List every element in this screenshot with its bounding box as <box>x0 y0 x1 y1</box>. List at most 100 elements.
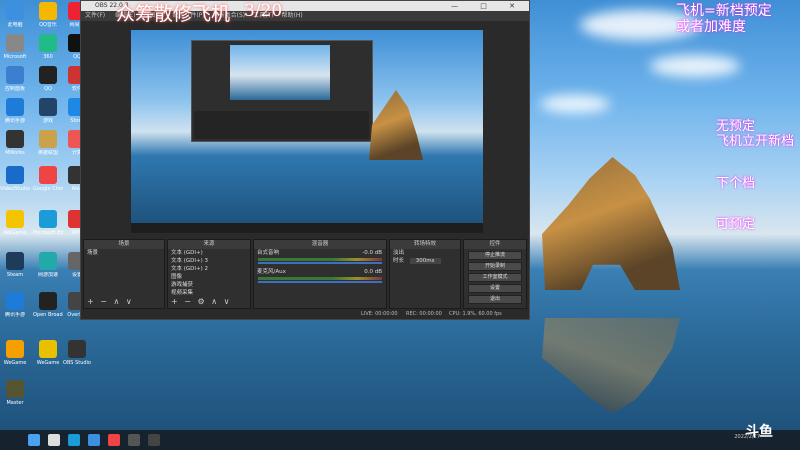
desktop-icon[interactable]: 360 <box>33 34 63 60</box>
desktop-icon-label: QQ <box>44 86 52 92</box>
desktop-icon[interactable]: 游戏 <box>33 98 63 124</box>
desktop-icon[interactable]: 网游加速 <box>33 252 63 278</box>
source-item[interactable]: 文本 (GDI+) <box>168 249 250 257</box>
transition-duration: 时长 300ms <box>390 257 460 265</box>
desktop-icon[interactable]: QQ音乐 <box>33 2 63 28</box>
desktop-icon-label: 英雄联盟 <box>37 150 58 156</box>
exit-button[interactable]: 退出 <box>468 295 522 304</box>
edge-icon[interactable] <box>68 434 80 446</box>
app-icon[interactable] <box>148 434 160 446</box>
start-icon[interactable] <box>28 434 40 446</box>
desktop-icon-label: Steam <box>6 272 24 278</box>
duration-input[interactable]: 300ms <box>409 258 441 264</box>
desktop-icon[interactable]: Microsoft <box>0 34 30 60</box>
volume-meter <box>258 258 382 261</box>
transitions-header: 转场特效 <box>390 240 460 249</box>
source-item[interactable]: 游戏捕获 <box>168 281 250 289</box>
app-icon <box>39 34 57 52</box>
volume-slider[interactable] <box>258 281 382 283</box>
status-bar: LIVE: 00:00:00 REC: 00:00:00 CPU: 1.9%, … <box>81 309 529 319</box>
desktop-icon-label: 腾讯手游 <box>4 118 25 124</box>
desktop-icon-label: WeGame <box>3 230 27 236</box>
desktop-icon-label: 360 <box>43 54 53 60</box>
channel-name: 麦克风/Aux <box>257 269 286 275</box>
desktop-icon[interactable]: Steam <box>0 252 30 278</box>
chrome-icon[interactable] <box>108 434 120 446</box>
app-icon <box>68 340 86 358</box>
desktop-icon-label: 游戏 <box>42 118 53 124</box>
duration-label: 时长 <box>393 258 405 264</box>
mixer-channel-mic: 麦克风/Aux 0.0 dB <box>254 268 386 276</box>
settings-button[interactable]: 设置 <box>468 284 522 293</box>
desktop-icon[interactable]: WeGame <box>0 340 30 366</box>
desktop-icon[interactable]: 此电脑 <box>0 2 30 28</box>
studio-mode-button[interactable]: 工作室模式 <box>468 273 522 282</box>
desktop-icon[interactable]: OBS Studio <box>62 340 92 366</box>
scene-item[interactable]: 场景 <box>84 249 164 257</box>
source-item[interactable]: 文本 (GDI+) 2 <box>168 265 250 273</box>
windows-taskbar: 2022/2/27 <box>0 430 800 450</box>
overlay-rule4: 可预定 <box>716 217 756 232</box>
desktop-icon[interactable]: MWorks <box>0 130 30 156</box>
app-icon <box>39 130 57 148</box>
source-item[interactable]: 文本 (GDI+) 3 <box>168 257 250 265</box>
desktop-icon[interactable]: Microsoft Edge <box>33 210 63 236</box>
obs-taskbar-icon[interactable] <box>128 434 140 446</box>
rec-time: REC: 00:00:00 <box>406 311 442 317</box>
scene-tools[interactable]: + − ∧ ∨ <box>87 297 134 306</box>
desktop-icon[interactable]: WeGame <box>0 210 30 236</box>
cloud <box>650 55 740 77</box>
app-icon <box>39 98 57 116</box>
app-icon <box>6 166 24 184</box>
desktop-icon[interactable]: WeGame <box>33 340 63 366</box>
stop-streaming-button[interactable]: 停止推流 <box>468 251 522 260</box>
desktop-icon-label: Master <box>6 400 24 406</box>
overlay-rule1-line2: 或者加难度 <box>676 19 746 35</box>
desktop-icon-label: 网游加速 <box>37 272 58 278</box>
app-icon <box>6 252 24 270</box>
desktop-icon[interactable]: 腾讯手游 <box>0 98 30 124</box>
transitions-dock: 转场特效 淡出 时长 300ms <box>389 239 461 309</box>
desktop-icon[interactable]: 控制面板 <box>0 66 30 92</box>
start-recording-button[interactable]: 开始录制 <box>468 262 522 271</box>
stream-preview <box>131 30 483 233</box>
app-icon <box>39 252 57 270</box>
volume-meter <box>258 277 382 280</box>
volume-slider[interactable] <box>258 262 382 264</box>
source-item[interactable]: 图像 <box>168 273 250 281</box>
app-icon <box>39 210 57 228</box>
desktop-icon[interactable]: Google Chrome <box>33 166 63 192</box>
obs-window[interactable]: OBS 22.0.3 — □ ✕ 文件(F) 编辑(E) 视图(V) 配置文件(P)… <box>80 0 530 320</box>
transition-type[interactable]: 淡出 <box>390 249 460 257</box>
desktop-icon[interactable]: 腾讯手游 <box>0 292 30 318</box>
source-item[interactable]: 视频采集 <box>168 289 250 297</box>
app-icon[interactable] <box>88 434 100 446</box>
douyu-logo: 斗鱼 <box>745 424 773 440</box>
desktop-icon[interactable]: 英雄联盟 <box>33 130 63 156</box>
desktop-icon[interactable]: QQ <box>33 66 63 92</box>
window-controls[interactable]: — □ ✕ <box>451 1 525 11</box>
menu-item[interactable]: 帮助(H) <box>282 12 303 19</box>
controls-dock: 控件 停止推流 开始录制 工作室模式 设置 退出 <box>463 239 527 309</box>
desktop-icon-label: Google Chrome <box>33 186 63 192</box>
scenes-dock: 场景 场景 + − ∧ ∨ <box>83 239 165 309</box>
desktop-icon[interactable]: Open Broadcaster <box>33 292 63 318</box>
desktop-icon[interactable]: VideoStudio <box>0 166 30 192</box>
rock-reflection <box>542 318 680 413</box>
nested-preview <box>230 45 330 100</box>
preview-taskbar <box>131 223 483 233</box>
desktop-icon-label: 控制面板 <box>4 86 25 92</box>
desktop-icon-label: 此电脑 <box>7 22 23 28</box>
overlay-counter: 3/20 <box>244 1 283 21</box>
menu-file[interactable]: 文件(F) <box>85 12 105 19</box>
live-time: LIVE: 00:00:00 <box>361 311 398 317</box>
desktop-icon[interactable]: Master <box>0 380 30 406</box>
source-tools[interactable]: + − ⚙ ∧ ∨ <box>171 297 231 306</box>
app-icon <box>39 292 57 310</box>
app-icon <box>6 210 24 228</box>
task-view-icon[interactable] <box>48 434 60 446</box>
mixer-dock: 混音器 台式音响 -0.0 dB 麦克风/Aux 0.0 dB <box>253 239 387 309</box>
app-icon <box>39 340 57 358</box>
app-icon <box>39 2 57 20</box>
mixer-header: 混音器 <box>254 240 386 249</box>
